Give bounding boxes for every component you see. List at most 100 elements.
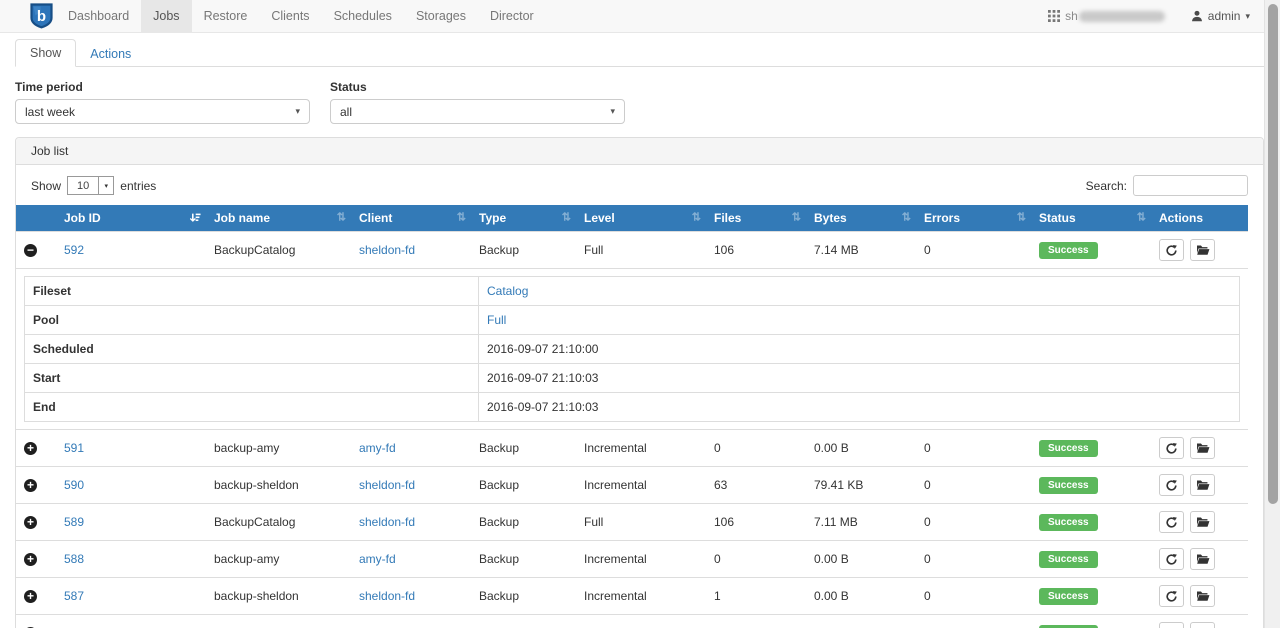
search-box: Search: xyxy=(1086,175,1248,196)
job-files-button[interactable] xyxy=(1190,511,1215,533)
expand-row-button[interactable]: − xyxy=(24,244,37,257)
column-label: Bytes xyxy=(814,211,847,225)
files-cell: 1 xyxy=(706,578,806,615)
sort-both-icon: ⇅ xyxy=(792,213,801,224)
job-id-link[interactable]: 590 xyxy=(64,478,84,492)
apps-grid-button[interactable] xyxy=(1048,10,1060,22)
column-label: Type xyxy=(479,211,506,225)
column-label: Actions xyxy=(1159,211,1203,225)
brand-logo[interactable]: b xyxy=(0,0,56,32)
table-header-row: Job ID Job name⇅Client⇅Type⇅Level⇅Files⇅… xyxy=(16,205,1248,232)
host-prefix: sh xyxy=(1065,9,1078,23)
detail-value-link[interactable]: Catalog xyxy=(487,284,528,298)
job-files-button[interactable] xyxy=(1190,622,1215,628)
job-id-link[interactable]: 588 xyxy=(64,552,84,566)
time-period-select[interactable]: last week ▾ xyxy=(15,99,310,124)
status-select[interactable]: all ▾ xyxy=(330,99,625,124)
page-size-select[interactable]: 10 ▾ xyxy=(67,176,114,195)
folder-open-icon xyxy=(1196,442,1210,454)
restart-job-button[interactable] xyxy=(1159,585,1184,607)
search-input[interactable] xyxy=(1133,175,1248,196)
client-link[interactable]: sheldon-fd xyxy=(359,515,415,529)
job-id-link[interactable]: 587 xyxy=(64,589,84,603)
client-link[interactable]: amy-fd xyxy=(359,441,396,455)
sort-both-icon: ⇅ xyxy=(1137,213,1146,224)
restart-job-button[interactable] xyxy=(1159,437,1184,459)
nav-item-storages[interactable]: Storages xyxy=(404,0,478,32)
detail-value: 2016-09-07 21:10:03 xyxy=(479,393,1240,422)
detail-value-link[interactable]: Full xyxy=(487,313,506,327)
expand-row-button[interactable]: + xyxy=(24,479,37,492)
job-files-button[interactable] xyxy=(1190,239,1215,261)
col-header-actions[interactable]: Actions xyxy=(1151,205,1248,232)
filters: Time period last week ▾ Status all ▾ xyxy=(15,80,1264,124)
expand-row-button[interactable]: + xyxy=(24,442,37,455)
tab-show[interactable]: Show xyxy=(15,39,76,67)
errors-cell: 0 xyxy=(916,467,1031,504)
nav-item-dashboard[interactable]: Dashboard xyxy=(56,0,141,32)
nav-items: DashboardJobsRestoreClientsSchedulesStor… xyxy=(56,0,546,32)
col-header-errors[interactable]: Errors⇅ xyxy=(916,205,1031,232)
client-link[interactable]: sheldon-fd xyxy=(359,243,415,257)
nav-item-director[interactable]: Director xyxy=(478,0,546,32)
col-header-type[interactable]: Type⇅ xyxy=(471,205,576,232)
plus-icon: + xyxy=(27,442,34,454)
bytes-cell: 79.41 KB xyxy=(806,467,916,504)
restart-icon xyxy=(1165,442,1178,455)
col-header-files[interactable]: Files⇅ xyxy=(706,205,806,232)
bytes-cell: 0.00 B xyxy=(806,578,916,615)
caret-down-icon: ▾ xyxy=(610,106,615,117)
restart-job-button[interactable] xyxy=(1159,474,1184,496)
grid-icon xyxy=(1048,10,1060,22)
column-label: Client xyxy=(359,211,392,225)
plus-icon: + xyxy=(27,553,34,565)
nav-item-schedules[interactable]: Schedules xyxy=(322,0,404,32)
restart-job-button[interactable] xyxy=(1159,239,1184,261)
col-header-job-name[interactable]: Job name⇅ xyxy=(206,205,351,232)
client-link[interactable]: amy-fd xyxy=(359,552,396,566)
job-files-button[interactable] xyxy=(1190,474,1215,496)
files-cell: 63 xyxy=(706,467,806,504)
col-header-level[interactable]: Level⇅ xyxy=(576,205,706,232)
col-header-bytes[interactable]: Bytes⇅ xyxy=(806,205,916,232)
folder-open-icon xyxy=(1196,590,1210,602)
job-files-button[interactable] xyxy=(1190,585,1215,607)
col-header-status[interactable]: Status⇅ xyxy=(1031,205,1151,232)
time-period-label: Time period xyxy=(15,80,310,94)
expand-row-button[interactable]: + xyxy=(24,516,37,529)
job-detail-table: FilesetCatalogPoolFullScheduled2016-09-0… xyxy=(24,276,1240,422)
plus-icon: + xyxy=(27,590,34,602)
job-files-button[interactable] xyxy=(1190,437,1215,459)
type-cell: Backup xyxy=(471,541,576,578)
errors-cell: 0 xyxy=(916,504,1031,541)
navbar-right: sh admin ▾ xyxy=(1048,0,1264,32)
client-link[interactable]: sheldon-fd xyxy=(359,478,415,492)
nav-item-jobs[interactable]: Jobs xyxy=(141,0,191,32)
user-menu[interactable]: admin ▾ xyxy=(1191,9,1250,23)
folder-open-icon xyxy=(1196,479,1210,491)
job-id-link[interactable]: 589 xyxy=(64,515,84,529)
tab-bar: Show Actions xyxy=(15,33,1264,67)
type-cell: Backup xyxy=(471,430,576,467)
nav-item-clients[interactable]: Clients xyxy=(259,0,321,32)
detail-label: Fileset xyxy=(25,277,479,306)
col-header-client[interactable]: Client ⇅ xyxy=(351,205,471,232)
expand-row-button[interactable]: + xyxy=(24,590,37,603)
scrollbar-thumb[interactable] xyxy=(1268,4,1278,504)
client-link[interactable]: sheldon-fd xyxy=(359,589,415,603)
search-label: Search: xyxy=(1086,179,1127,193)
restart-job-button[interactable] xyxy=(1159,548,1184,570)
job-id-link[interactable]: 591 xyxy=(64,441,84,455)
status-value: all xyxy=(340,105,352,119)
col-header-job-id[interactable]: Job ID xyxy=(56,205,206,232)
restart-job-button[interactable] xyxy=(1159,622,1184,628)
restart-job-button[interactable] xyxy=(1159,511,1184,533)
host-name: sh xyxy=(1065,9,1165,23)
files-cell: 106 xyxy=(706,615,806,628)
job-id-link[interactable]: 592 xyxy=(64,243,84,257)
nav-item-restore[interactable]: Restore xyxy=(192,0,260,32)
tab-actions[interactable]: Actions xyxy=(76,41,145,67)
sort-both-icon: ⇅ xyxy=(457,213,466,224)
expand-row-button[interactable]: + xyxy=(24,553,37,566)
job-files-button[interactable] xyxy=(1190,548,1215,570)
